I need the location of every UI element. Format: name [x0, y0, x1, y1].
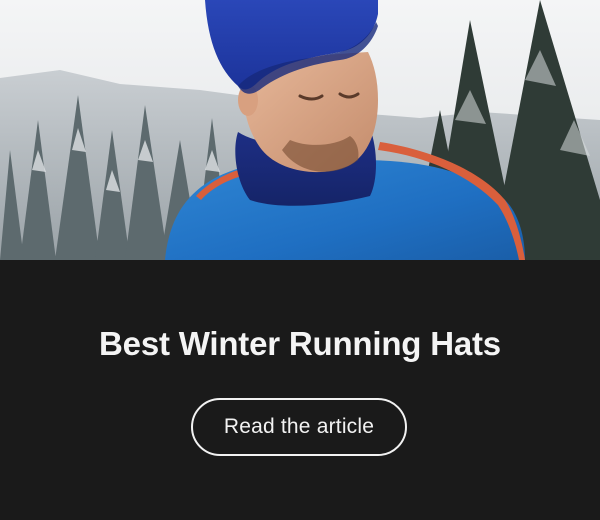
promo-title: Best Winter Running Hats — [99, 325, 501, 362]
read-article-button[interactable]: Read the article — [191, 398, 407, 456]
hero-image — [0, 0, 600, 260]
promo-card: Best Winter Running Hats Read the articl… — [0, 0, 600, 520]
promo-panel: Best Winter Running Hats Read the articl… — [0, 260, 600, 520]
hero-photo-illustration — [0, 0, 600, 260]
